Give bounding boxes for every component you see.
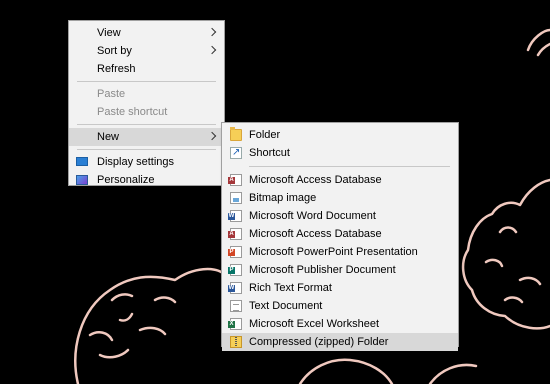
menu-item-label: Rich Text Format (249, 282, 332, 294)
menu-item-new[interactable]: New (69, 128, 224, 146)
wallpaper-doodle-creature-right (461, 178, 550, 330)
new-item-shortcut[interactable]: Shortcut (222, 144, 458, 162)
menu-item-paste-shortcut[interactable]: Paste shortcut (69, 103, 224, 121)
menu-item-label: New (97, 131, 120, 143)
new-item-publisher[interactable]: P Microsoft Publisher Document (222, 261, 458, 279)
display-icon (76, 157, 88, 166)
menu-item-label: Microsoft Publisher Document (249, 264, 396, 276)
new-item-powerpoint[interactable]: P Microsoft PowerPoint Presentation (222, 243, 458, 261)
shortcut-icon (230, 144, 242, 162)
chevron-right-icon (207, 45, 217, 55)
menu-item-label: Refresh (97, 63, 136, 75)
menu-item-label: Paste (97, 88, 126, 100)
new-item-excel[interactable]: X Microsoft Excel Worksheet (222, 315, 458, 333)
new-item-rich-text[interactable]: W Rich Text Format (222, 279, 458, 297)
wallpaper-doodle-bottom-right (298, 358, 478, 384)
new-item-bitmap-image[interactable]: Bitmap image (222, 189, 458, 207)
menu-separator (249, 166, 450, 167)
new-item-folder[interactable]: Folder (222, 126, 458, 144)
menu-item-label: Compressed (zipped) Folder (249, 336, 389, 348)
menu-item-label: Shortcut (249, 147, 290, 159)
excel-icon: X (228, 318, 242, 330)
menu-item-label: Microsoft Access Database (249, 228, 382, 240)
menu-item-label: View (97, 27, 121, 39)
menu-item-label: Microsoft Word Document (249, 210, 376, 222)
menu-item-refresh[interactable]: Refresh (69, 60, 224, 78)
new-item-text-document[interactable]: Text Document (222, 297, 458, 315)
menu-item-label: Microsoft Excel Worksheet (249, 318, 380, 330)
menu-item-label: Text Document (249, 300, 323, 312)
folder-icon (230, 127, 242, 141)
menu-separator (77, 81, 216, 82)
menu-item-label: Microsoft PowerPoint Presentation (249, 246, 418, 258)
menu-item-label: Paste shortcut (97, 106, 168, 118)
menu-item-sort-by[interactable]: Sort by (69, 42, 224, 60)
text-icon (230, 300, 242, 312)
wallpaper-doodle-creature-left (74, 267, 223, 384)
menu-separator (77, 149, 216, 150)
menu-separator (77, 124, 216, 125)
new-item-access-database[interactable]: A Microsoft Access Database (222, 171, 458, 189)
bitmap-icon (230, 192, 242, 204)
menu-item-label: Personalize (97, 174, 155, 186)
chevron-right-icon (207, 27, 217, 37)
wallpaper-doodle-top-right (526, 28, 550, 57)
menu-item-label: Sort by (97, 45, 132, 57)
access-icon: A (228, 228, 242, 240)
publisher-icon: P (228, 264, 242, 276)
menu-item-label: Microsoft Access Database (249, 174, 382, 186)
menu-item-display-settings[interactable]: Display settings (69, 153, 224, 171)
new-submenu: Folder Shortcut A Microsoft Access Datab… (221, 122, 459, 351)
personalize-icon (76, 175, 88, 185)
new-item-access-database-2[interactable]: A Microsoft Access Database (222, 225, 458, 243)
menu-item-label: Display settings (97, 156, 175, 168)
menu-item-view[interactable]: View (69, 24, 224, 42)
word-icon: W (228, 210, 242, 222)
zip-folder-icon (230, 336, 242, 348)
chevron-right-icon (207, 131, 217, 141)
desktop-context-menu: View Sort by Refresh Paste Paste shortcu… (68, 20, 225, 186)
menu-item-personalize[interactable]: Personalize (69, 171, 224, 189)
access-icon: A (228, 174, 242, 186)
powerpoint-icon: P (228, 246, 242, 258)
menu-item-label: Bitmap image (249, 192, 317, 204)
new-item-zip-folder[interactable]: Compressed (zipped) Folder (222, 333, 458, 351)
new-item-word-document[interactable]: W Microsoft Word Document (222, 207, 458, 225)
menu-item-paste[interactable]: Paste (69, 85, 224, 103)
menu-item-label: Folder (249, 129, 281, 141)
wordpad-icon: W (228, 282, 242, 294)
